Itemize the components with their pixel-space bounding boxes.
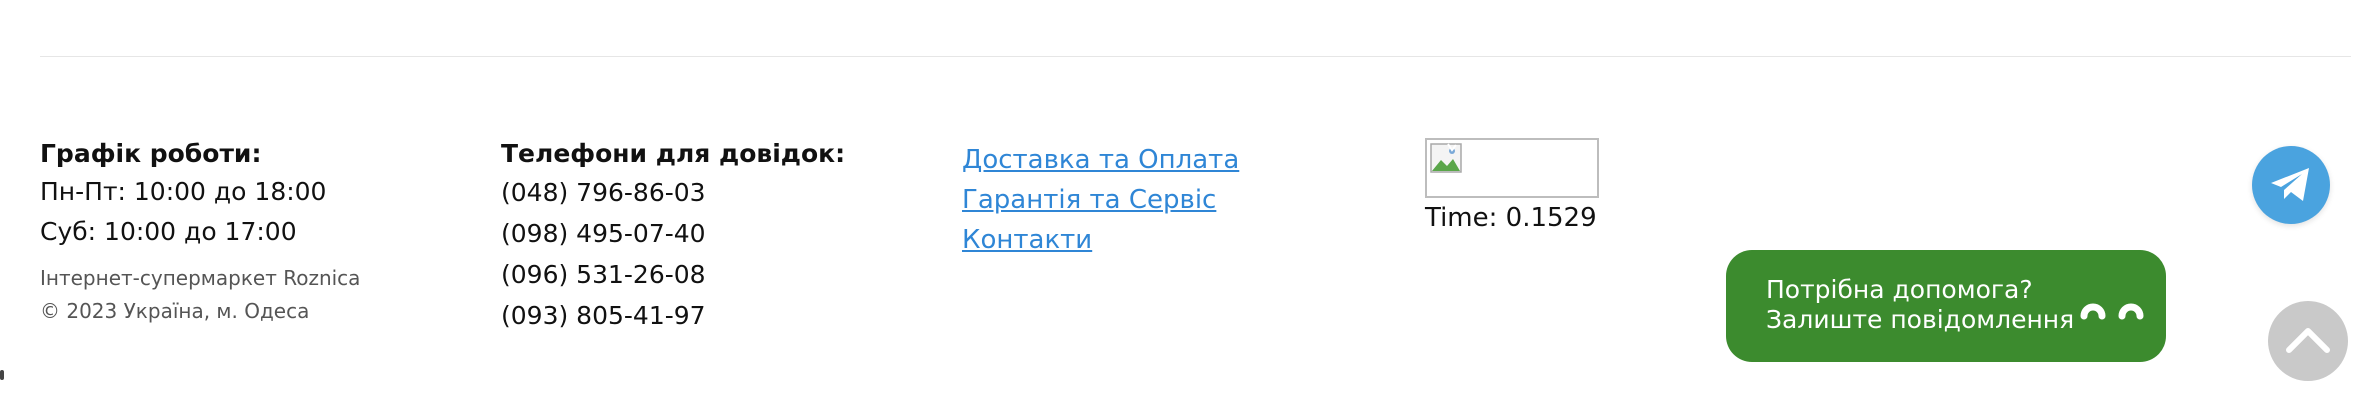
footer-divider	[40, 56, 2351, 57]
telegram-icon	[2271, 168, 2309, 201]
links-column: Доставка та Оплата Гарантія та Сервіс Ко…	[962, 136, 1239, 260]
telegram-button[interactable]	[2252, 146, 2330, 224]
warranty-service-link[interactable]: Гарантія та Сервіс	[962, 180, 1239, 220]
scrollbar-edge	[0, 370, 4, 380]
phone-number[interactable]: (098) 495-07-40	[501, 213, 845, 254]
render-time: Time: 0.1529	[1425, 203, 1597, 233]
counter-image[interactable]	[1425, 138, 1599, 198]
help-chat-widget[interactable]: Потрібна допомога? Залиште повідомлення	[1726, 250, 2166, 362]
working-hours-column: Графік роботи: Пн-Пт: 10:00 до 18:00 Суб…	[40, 136, 360, 328]
chevron-up-icon	[2286, 328, 2330, 353]
chat-face-icon	[2080, 303, 2144, 320]
phones-heading: Телефони для довідок:	[501, 139, 846, 168]
broken-image-icon	[1430, 143, 1462, 173]
copyright: © 2023 Україна, м. Одеса	[40, 299, 310, 323]
phone-number[interactable]: (096) 531-26-08	[501, 254, 845, 295]
footer-page: Графік роботи: Пн-Пт: 10:00 до 18:00 Суб…	[0, 0, 2374, 406]
saturday-hours: Суб: 10:00 до 17:00	[40, 217, 297, 246]
store-name: Інтернет-супермаркет Roznica	[40, 266, 361, 290]
delivery-payment-link[interactable]: Доставка та Оплата	[962, 140, 1239, 180]
phone-number[interactable]: (048) 796-86-03	[501, 172, 845, 213]
contacts-link[interactable]: Контакти	[962, 220, 1239, 260]
counter-column: Time: 0.1529	[1425, 136, 1599, 236]
phone-number[interactable]: (093) 805-41-97	[501, 295, 845, 336]
weekday-hours: Пн-Пт: 10:00 до 18:00	[40, 177, 327, 206]
scroll-to-top-button[interactable]	[2268, 301, 2348, 381]
working-hours-heading: Графік роботи:	[40, 139, 262, 168]
phones-column: Телефони для довідок: (048) 796-86-03 (0…	[501, 136, 845, 336]
store-info: Інтернет-супермаркет Roznica © 2023 Укра…	[40, 262, 360, 328]
help-widget-line1: Потрібна допомога?	[1766, 275, 2033, 304]
help-widget-line2: Залиште повідомлення	[1766, 305, 2075, 334]
help-widget-text: Потрібна допомога? Залиште повідомлення	[1766, 275, 2074, 335]
